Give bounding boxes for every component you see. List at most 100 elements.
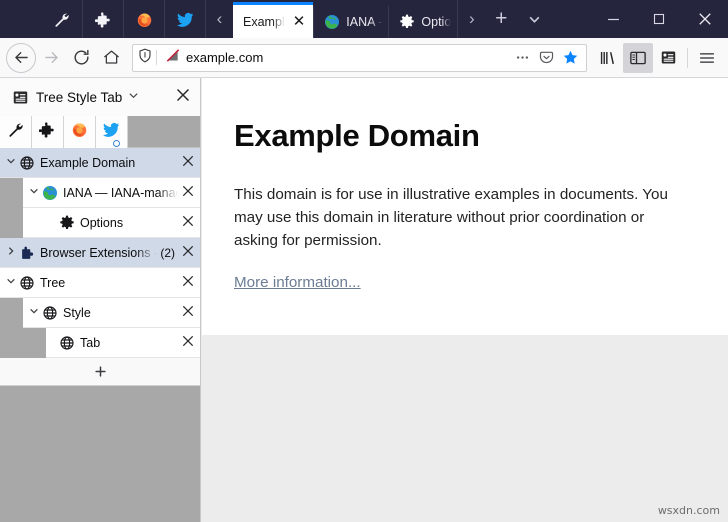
sidebar-close-icon[interactable] <box>176 88 190 107</box>
tree-style-tab-button[interactable] <box>653 43 683 73</box>
sidebar-title: Tree Style Tab <box>36 89 123 105</box>
toolbar-separator <box>687 47 688 68</box>
minimize-button[interactable] <box>590 0 636 38</box>
reload-button[interactable] <box>66 43 96 73</box>
sidebar-new-tab-button[interactable] <box>0 358 200 386</box>
sidebar-toggle-button[interactable] <box>623 42 653 73</box>
twisty-open-icon[interactable] <box>0 276 17 289</box>
tree-tab-row-wrap: IANA — IANA-manage <box>0 178 200 208</box>
wrench-icon <box>53 11 70 28</box>
tab-title: Exampl <box>243 14 285 29</box>
twisty-open-icon[interactable] <box>23 306 40 319</box>
navigation-toolbar: example.com <box>0 38 728 78</box>
twisty-open-icon[interactable] <box>0 156 17 169</box>
chevron-down-icon[interactable] <box>128 90 139 104</box>
shield-icon[interactable] <box>137 47 153 69</box>
sidebar-pinned-tabs-row <box>0 116 200 148</box>
pinned-tab-wrench[interactable] <box>41 0 82 38</box>
tree-tab-row[interactable]: Browser Extensions - M (2) <box>0 238 200 268</box>
tabstrip-scroll-forward-button[interactable]: › <box>457 0 485 38</box>
tab-iana[interactable]: IANA - <box>313 6 388 38</box>
tree-tab-row-wrap: Options <box>0 208 200 238</box>
tree-tab-close-icon[interactable] <box>178 245 194 260</box>
tree-style-tab-sidebar: Tree Style Tab Example Domain IANA — IAN… <box>0 78 201 522</box>
page-paragraph: This domain is for use in illustrative e… <box>234 186 668 250</box>
tree-tab-label: IANA — IANA-manage <box>63 185 178 200</box>
sidebar-pinned-tab-twitter[interactable] <box>96 116 128 148</box>
sidebar-empty-area <box>0 386 200 522</box>
pinned-tab-firefox[interactable] <box>123 0 164 38</box>
puzzle-piece-icon <box>94 11 112 28</box>
url-bar[interactable]: example.com <box>132 43 587 72</box>
twisty-closed-icon[interactable] <box>0 246 17 259</box>
identity-separator <box>156 50 157 65</box>
close-button[interactable] <box>682 0 728 38</box>
tree-indent <box>0 208 23 238</box>
pinned-tab-extension[interactable] <box>82 0 123 38</box>
twisty-open-icon[interactable] <box>23 186 40 199</box>
tab-example-domain[interactable]: Exampl ✕ <box>233 2 314 38</box>
tree-style-tab-icon <box>12 89 29 106</box>
tracking-blocked-icon[interactable] <box>165 47 181 69</box>
back-button[interactable] <box>6 42 36 73</box>
app-menu-button[interactable] <box>692 43 722 73</box>
tree-tab-row[interactable]: Style <box>23 298 200 328</box>
globe-outline-icon <box>59 335 75 351</box>
puzzle-piece-icon <box>38 121 56 143</box>
wrench-icon <box>7 121 24 143</box>
tree-indent <box>0 178 23 208</box>
tree-tab-row-wrap: Tab <box>0 328 200 358</box>
globe-outline-icon <box>19 275 35 291</box>
tree-tab-label: Browser Extensions - M <box>40 245 157 260</box>
tree-tab-close-icon[interactable] <box>178 335 194 350</box>
new-tab-button[interactable]: + <box>485 0 517 38</box>
list-all-tabs-button[interactable] <box>517 0 551 38</box>
tree-tab-label: Style <box>63 305 91 320</box>
tree-tab-row[interactable]: Options <box>23 208 200 238</box>
tree-tab-row[interactable]: Example Domain <box>0 148 200 178</box>
tree-tab-close-icon[interactable] <box>178 215 194 230</box>
sidebar-pinned-tab-extension[interactable] <box>32 116 64 148</box>
sidebar-pinned-tab-wrench[interactable] <box>0 116 32 148</box>
tab-options[interactable]: Optio <box>388 6 457 38</box>
tree-tab-label: Example Domain <box>40 155 136 170</box>
globe-outline-icon <box>42 305 58 321</box>
tree-tab-row[interactable]: IANA — IANA-manage <box>23 178 200 208</box>
tree-tab-close-icon[interactable] <box>178 155 194 170</box>
browser-window: ‹ Exampl ✕ IANA - Optio › + example.com … <box>0 0 728 522</box>
page-body: Example Domain This domain is for use in… <box>202 78 728 292</box>
pinned-tab-twitter[interactable] <box>164 0 205 38</box>
sidebar-header: Tree Style Tab <box>0 78 200 116</box>
tree-tab-row-wrap: Style <box>0 298 200 328</box>
tree-tab-label: Tab <box>80 335 101 350</box>
home-button[interactable] <box>96 43 126 73</box>
tabstrip-scroll-back-button[interactable]: ‹ <box>205 0 233 38</box>
tree-tab-child-count: (2) <box>160 245 175 260</box>
gear-icon <box>59 215 75 231</box>
site-identity-block[interactable] <box>137 47 186 69</box>
twitter-bird-icon <box>176 11 194 28</box>
page-actions-button[interactable] <box>510 46 534 70</box>
url-input[interactable]: example.com <box>186 50 510 65</box>
sidebar-pinned-tab-firefox[interactable] <box>64 116 96 148</box>
gear-icon <box>399 14 415 30</box>
forward-button[interactable] <box>36 43 66 73</box>
tree-tab-close-icon[interactable] <box>178 305 194 320</box>
library-button[interactable] <box>593 43 623 73</box>
web-page-example-domain: Example Domain This domain is for use in… <box>202 78 728 335</box>
tab-close-icon[interactable]: ✕ <box>291 14 308 29</box>
content-area: Example Domain This domain is for use in… <box>202 78 728 522</box>
tree-tab-close-icon[interactable] <box>178 275 194 290</box>
tree-tab-close-icon[interactable] <box>178 185 194 200</box>
iana-globe-icon <box>42 185 58 201</box>
tab-title: IANA - <box>346 15 383 29</box>
maximize-button[interactable] <box>636 0 682 38</box>
more-information-link[interactable]: More information... <box>234 274 361 291</box>
tree-tab-row[interactable]: Tab <box>46 328 200 358</box>
pinned-tab-sound-badge <box>113 140 120 147</box>
tree-tab-label: Tree <box>40 275 66 290</box>
pocket-icon[interactable] <box>534 46 558 70</box>
firefox-logo-icon <box>136 11 153 28</box>
bookmark-star-icon[interactable] <box>558 46 582 70</box>
tree-tab-row[interactable]: Tree <box>0 268 200 298</box>
